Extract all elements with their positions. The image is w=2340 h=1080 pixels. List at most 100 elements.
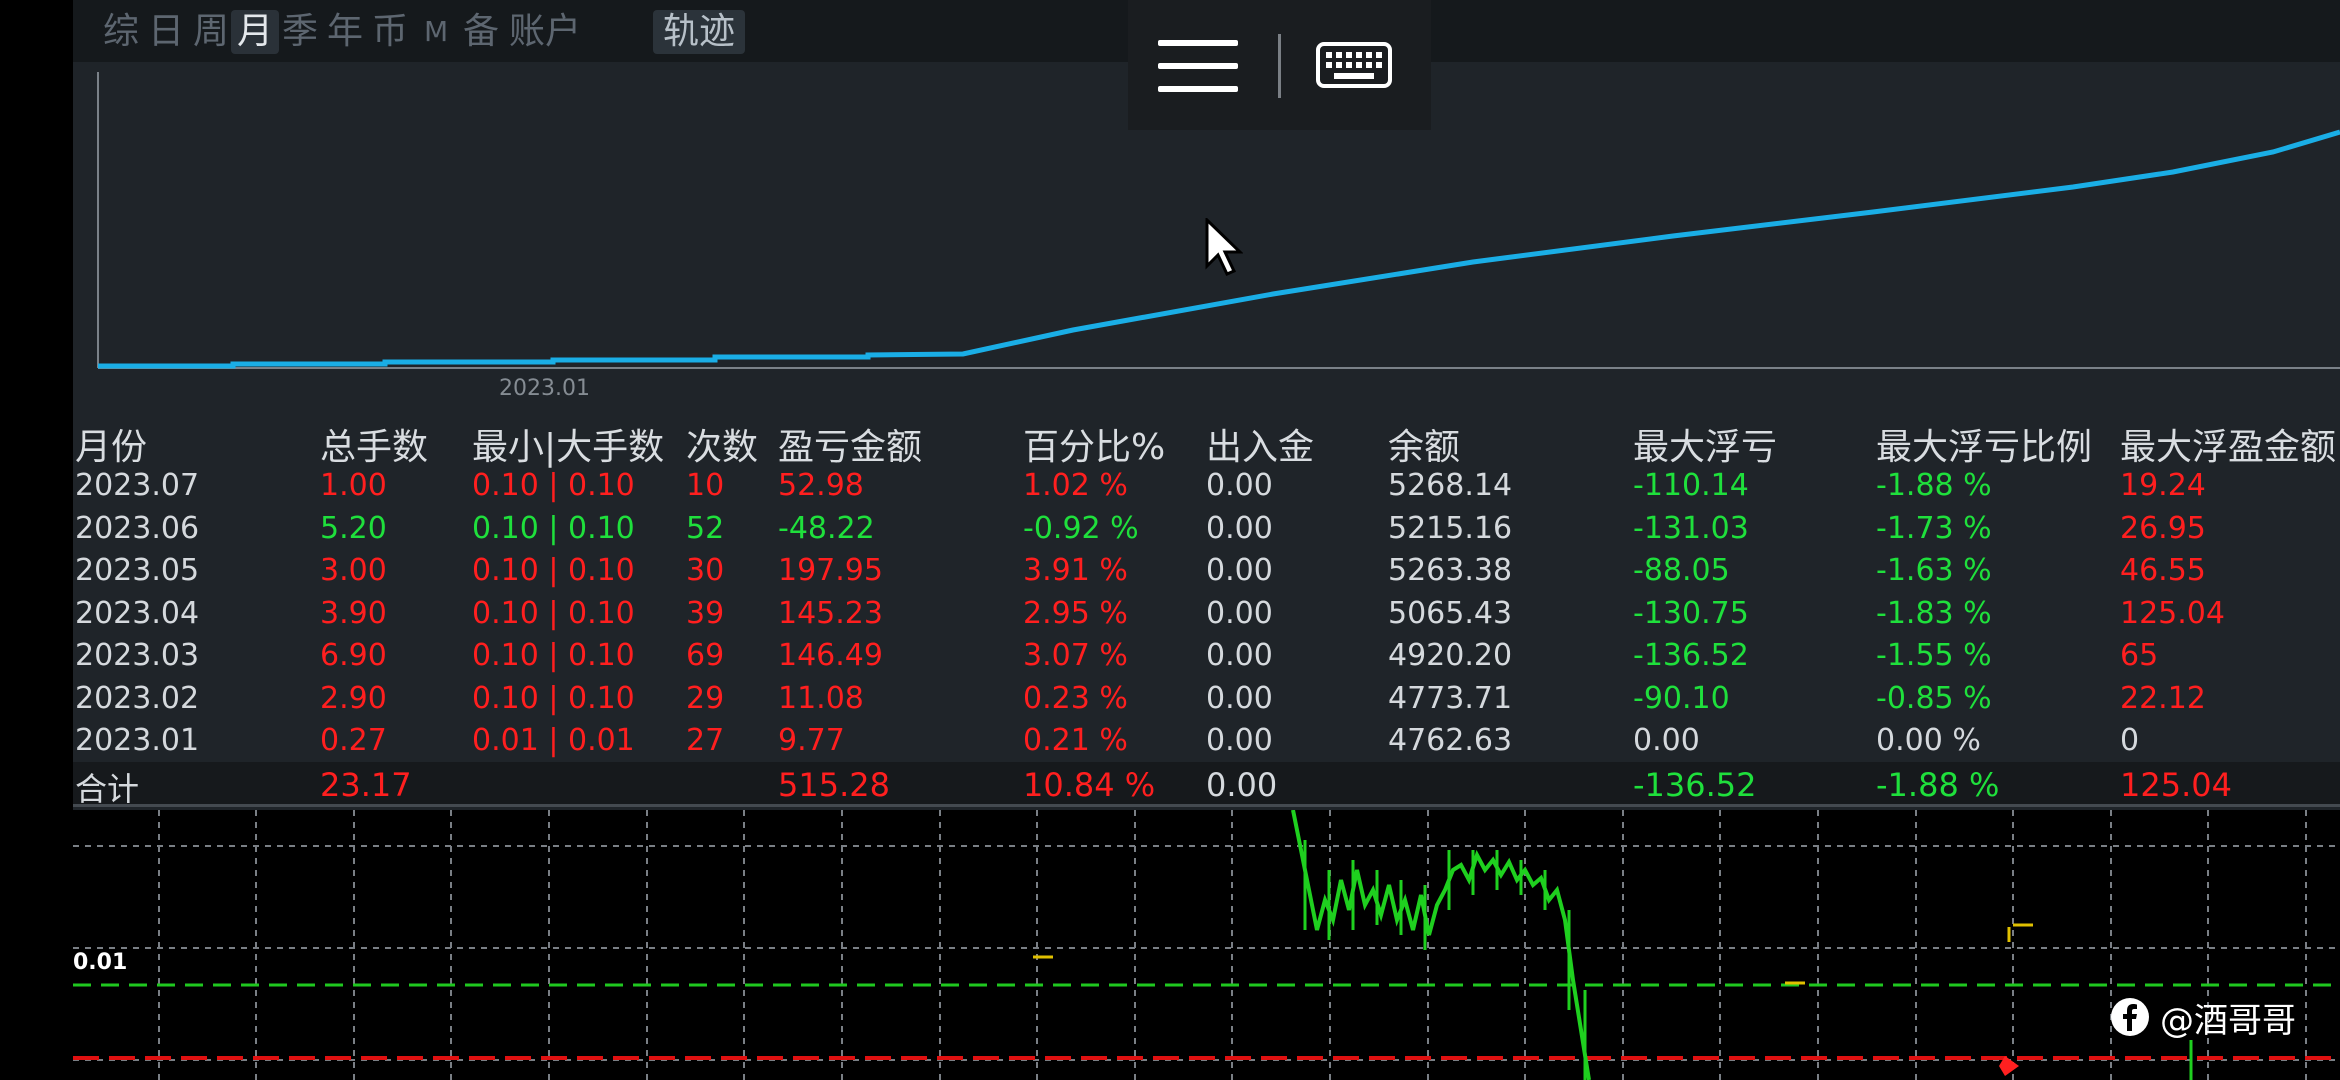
cell-balance: 5263.38	[1388, 553, 1513, 588]
cell-balance: 5268.14	[1388, 468, 1513, 503]
price-bar-ticks	[1303, 840, 2193, 1080]
cell-count: 27	[686, 723, 725, 758]
mouse-cursor-icon	[1205, 218, 1243, 276]
cell-month: 2023.03	[75, 638, 200, 673]
monthly-stats-table: 月份 总手数 最小|大手数 次数 盈亏金额 百分比% 出入金 余额 最大浮亏 最…	[73, 410, 2340, 810]
table-total-row: 合计 23.17 515.28 10.84 % 0.00 -136.52 -1.…	[73, 762, 2340, 808]
tab-note[interactable]: 备	[457, 10, 505, 54]
cell-flow: 0.00	[1206, 468, 1273, 503]
cell-pct: 3.07 %	[1023, 638, 1128, 673]
cell-minmax: 0.10 | 0.10	[472, 595, 635, 631]
cell-count: 69	[686, 638, 725, 673]
price-chart: 0.01	[73, 809, 2340, 1080]
cell-month: 2023.04	[75, 595, 200, 631]
cell-lots: 1.00	[320, 468, 387, 503]
track-button[interactable]: 轨迹	[653, 10, 746, 54]
table-row: 2023.04 3.90 0.10 | 0.10 39 145.23 2.95 % 0.00…	[73, 596, 2340, 636]
cell-balance: 5065.43	[1388, 595, 1513, 631]
cell-balance: 5215.16	[1388, 510, 1513, 546]
cell-flow: 0.00	[1206, 723, 1273, 758]
cell-month: 2023.05	[75, 553, 200, 588]
mt4-app: 综 日 周 月 季 年 币 M 备 账户 轨迹 2023.01 月份 总手数 最…	[73, 0, 2340, 1080]
cell-max-dd: -88.05	[1633, 553, 1730, 588]
tab-quarter[interactable]: 季	[276, 10, 324, 54]
col-max-dd: 最大浮亏	[1633, 427, 1778, 468]
cell-max-dd: -131.03	[1633, 510, 1749, 546]
total-flow: 0.00	[1206, 766, 1278, 804]
tab-account[interactable]: 账户	[503, 10, 587, 54]
cell-max-dd-pct: -1.83 %	[1876, 595, 1992, 631]
cell-pct: 2.95 %	[1023, 595, 1128, 631]
cell-max-float: 65	[2120, 638, 2159, 673]
cell-pnl: 146.49	[778, 638, 883, 673]
tab-overview[interactable]: 综	[97, 10, 145, 54]
cell-lots: 5.20	[320, 510, 387, 546]
cell-pct: 1.02 %	[1023, 468, 1128, 503]
total-max-dd: -136.52	[1633, 766, 1757, 804]
cell-max-float: 0	[2120, 723, 2140, 758]
cell-flow: 0.00	[1206, 638, 1273, 673]
tab-week[interactable]: 周	[187, 10, 235, 54]
col-lots: 总手数	[320, 427, 429, 468]
total-max-dd-pct: -1.88 %	[1876, 766, 2000, 804]
total-lots: 23.17	[320, 766, 412, 804]
cell-minmax: 0.01 | 0.01	[472, 723, 635, 758]
cell-count: 10	[686, 468, 725, 503]
cell-count: 52	[686, 510, 725, 546]
cell-lots: 2.90	[320, 680, 387, 716]
tab-year[interactable]: 年	[321, 10, 369, 54]
keyboard-icon[interactable]	[1316, 42, 1392, 88]
cell-minmax: 0.10 | 0.10	[472, 510, 635, 546]
cell-balance: 4762.63	[1388, 723, 1513, 758]
order-markers	[1033, 923, 2033, 985]
cell-lots: 3.90	[320, 595, 387, 631]
cell-max-dd: -90.10	[1633, 680, 1730, 716]
cell-max-float: 46.55	[2120, 553, 2206, 588]
watermark-text: @酒哥哥	[2160, 1000, 2296, 1041]
cell-pnl: 11.08	[778, 680, 864, 716]
cell-count: 39	[686, 595, 725, 631]
cell-count: 30	[686, 553, 725, 588]
cell-lots: 0.27	[320, 723, 387, 758]
cell-max-float: 19.24	[2120, 468, 2206, 503]
cell-flow: 0.00	[1206, 510, 1273, 546]
menu-icon[interactable]	[1158, 40, 1238, 92]
table-row: 2023.02 2.90 0.10 | 0.10 29 11.08 0.23 % 0.00 4…	[73, 681, 2340, 721]
table-header-row: 月份 总手数 最小|大手数 次数 盈亏金额 百分比% 出入金 余额 最大浮亏 最…	[73, 418, 2340, 468]
facebook-icon	[2111, 998, 2149, 1036]
tab-month[interactable]: 月	[231, 10, 280, 54]
cell-month: 2023.06	[75, 510, 200, 546]
cell-count: 29	[686, 680, 725, 716]
cell-minmax: 0.10 | 0.10	[472, 638, 635, 673]
col-max-dd-pct: 最大浮亏比例	[1876, 427, 2093, 468]
table-row: 2023.06 5.20 0.10 | 0.10 52 -48.22 -0.92 % 0.0…	[73, 511, 2340, 551]
equity-x-tick: 2023.01	[499, 376, 590, 401]
tab-currency[interactable]: 币	[366, 10, 414, 54]
cell-max-dd: -130.75	[1633, 595, 1749, 631]
table-row: 2023.07 1.00 0.10 | 0.10 10 52.98 1.02 % 0.00 5…	[73, 468, 2340, 508]
table-row: 2023.01 0.27 0.01 | 0.01 27 9.77 0.21 % 0.00 47…	[73, 723, 2340, 763]
cell-max-float: 22.12	[2120, 680, 2206, 716]
cell-pct: 3.91 %	[1023, 553, 1128, 588]
cell-flow: 0.00	[1206, 680, 1273, 716]
col-balance: 余额	[1388, 427, 1461, 468]
col-max-float: 最大浮盈金额	[2120, 427, 2337, 468]
cell-month: 2023.01	[75, 723, 200, 758]
cell-month: 2023.07	[75, 468, 200, 503]
cell-lots: 3.00	[320, 553, 387, 588]
col-pct: 百分比%	[1023, 427, 1166, 468]
price-bars	[1291, 809, 1591, 1080]
cell-pnl: -48.22	[778, 510, 875, 546]
tab-m[interactable]: M	[418, 10, 454, 54]
total-label: 合计	[75, 770, 140, 808]
tab-day[interactable]: 日	[142, 10, 190, 54]
total-pct: 10.84 %	[1023, 766, 1156, 804]
cell-minmax: 0.10 | 0.10	[472, 468, 635, 503]
cell-max-float: 26.95	[2120, 510, 2206, 546]
cell-max-dd-pct: -0.85 %	[1876, 680, 1992, 716]
cell-max-dd-pct: -1.88 %	[1876, 468, 1992, 503]
cell-minmax: 0.10 | 0.10	[472, 680, 635, 716]
cell-minmax: 0.10 | 0.10	[472, 553, 635, 588]
cell-pct: 0.23 %	[1023, 680, 1128, 716]
cell-balance: 4773.71	[1388, 680, 1513, 716]
